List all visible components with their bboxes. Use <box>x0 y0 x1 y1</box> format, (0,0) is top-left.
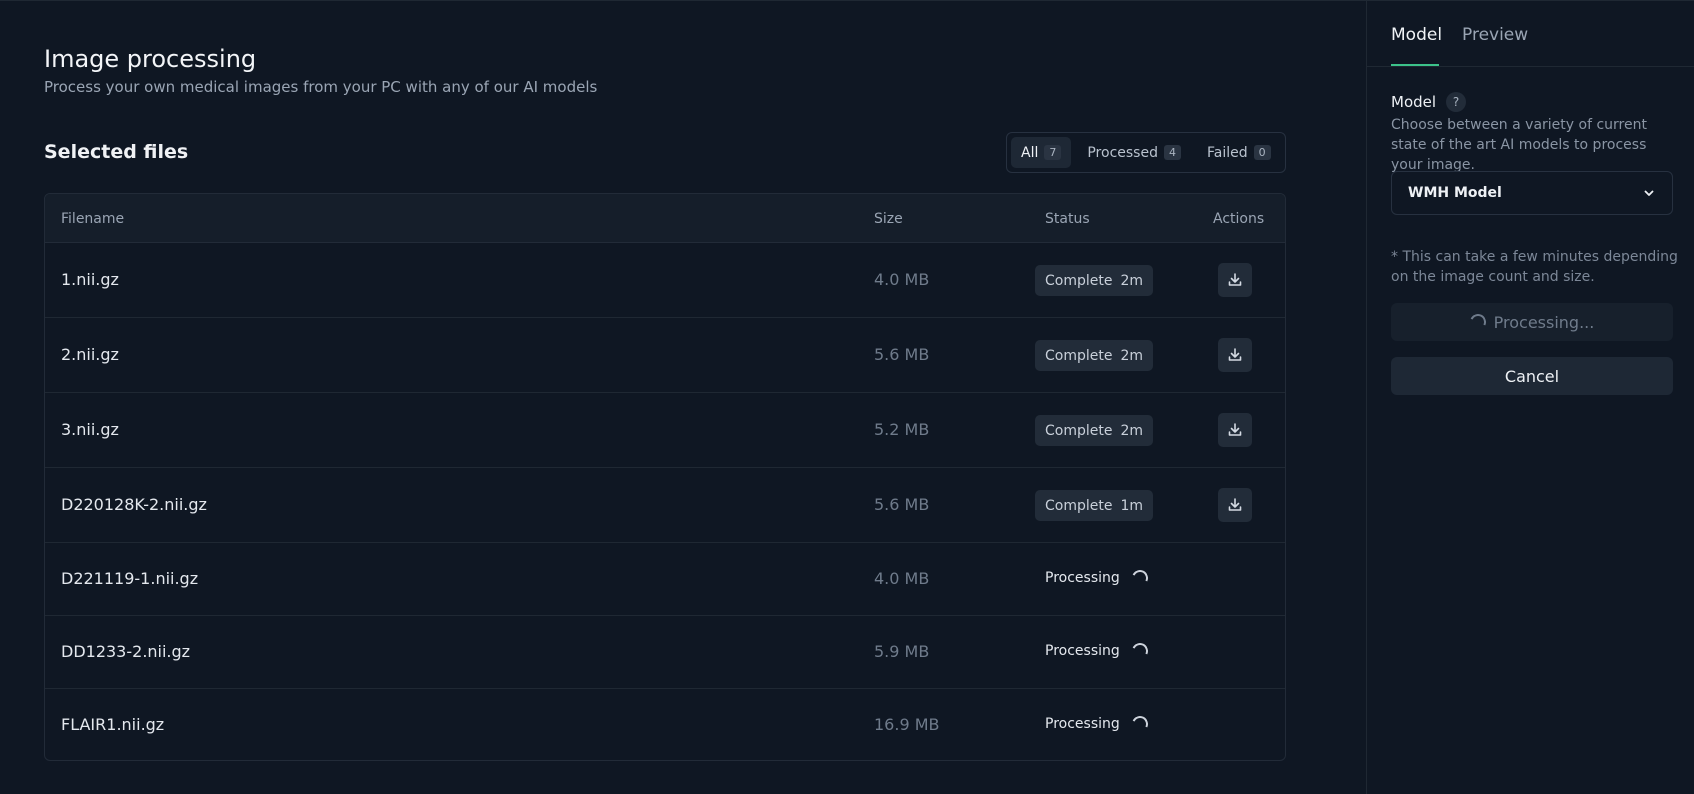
file-name: D221119-1.nii.gz <box>61 569 199 588</box>
status-text: Complete <box>1045 272 1113 289</box>
processing-status: Processing <box>1045 713 1151 735</box>
spinner-icon <box>1129 713 1151 735</box>
page-subtitle: Process your own medical images from you… <box>44 78 598 96</box>
file-name: 1.nii.gz <box>61 270 119 289</box>
status-time: 2m <box>1120 272 1144 289</box>
table-row: 1.nii.gz 4.0 MB Complete 2m <box>45 243 1285 318</box>
download-button[interactable] <box>1218 263 1252 297</box>
download-button[interactable] <box>1218 338 1252 372</box>
chevron-down-icon <box>1644 190 1654 196</box>
tab-model[interactable]: Model <box>1391 25 1442 45</box>
status-text: Processing <box>1045 570 1120 586</box>
download-icon <box>1228 498 1242 511</box>
status-badge: Complete 2m <box>1035 340 1154 371</box>
table-row: 3.nii.gz 5.2 MB Complete 2m <box>45 393 1285 468</box>
files-table: Filename Size Status Actions 1.nii.gz 4.… <box>44 193 1286 761</box>
section-title: Selected files <box>44 141 189 163</box>
column-size: Size <box>874 211 903 227</box>
download-icon <box>1228 423 1242 436</box>
download-icon <box>1228 273 1242 286</box>
file-size: 4.0 MB <box>874 270 930 289</box>
file-name: D220128K-2.nii.gz <box>61 495 207 514</box>
download-icon <box>1228 348 1242 361</box>
column-filename: Filename <box>61 211 125 227</box>
status-filter: All 7 Processed 4 Failed 0 <box>1006 132 1286 173</box>
processing-status: Processing <box>1045 640 1151 662</box>
panel-tabs: Model Preview <box>1367 1 1694 67</box>
table-row: D221119-1.nii.gz 4.0 MB Processing <box>45 543 1285 616</box>
status-text: Complete <box>1045 347 1113 364</box>
spinner-icon <box>1129 567 1151 589</box>
app-window: Image processing Process your own medica… <box>0 0 1694 794</box>
column-actions: Actions <box>1213 211 1265 227</box>
model-description: Choose between a variety of current stat… <box>1391 117 1647 173</box>
processing-button: Processing... <box>1391 303 1673 341</box>
processing-label: Processing... <box>1493 312 1595 332</box>
filter-label: All <box>1021 144 1039 161</box>
file-name: FLAIR1.nii.gz <box>61 715 165 734</box>
status-badge: Complete 2m <box>1035 415 1154 446</box>
table-row: FLAIR1.nii.gz 16.9 MB Processing <box>45 689 1285 760</box>
status-time: 1m <box>1120 497 1144 514</box>
page-title: Image processing <box>44 45 257 73</box>
table-row: DD1233-2.nii.gz 5.9 MB Processing <box>45 616 1285 689</box>
settings-panel: Model Preview Model ? Choose between a v… <box>1366 1 1694 794</box>
column-status: Status <box>1045 211 1090 227</box>
file-size: 5.2 MB <box>874 420 930 439</box>
status-badge: Complete 2m <box>1035 265 1154 296</box>
status-text: Complete <box>1045 497 1113 514</box>
filter-label: Processed <box>1087 144 1158 161</box>
download-button[interactable] <box>1218 413 1252 447</box>
filter-count: 4 <box>1163 145 1181 160</box>
status-badge: Complete 1m <box>1035 490 1154 521</box>
filter-failed[interactable]: Failed 0 <box>1197 137 1281 168</box>
filter-processed[interactable]: Processed 4 <box>1077 137 1191 168</box>
model-field-label: Model ? <box>1391 92 1467 112</box>
filter-count: 7 <box>1044 145 1062 160</box>
main-content: Image processing Process your own medica… <box>0 1 1366 794</box>
file-name: DD1233-2.nii.gz <box>61 642 191 661</box>
selected-model: WMH Model <box>1408 185 1502 201</box>
file-size: 5.9 MB <box>874 642 930 661</box>
filter-label: Failed <box>1206 144 1248 161</box>
file-name: 2.nii.gz <box>61 345 119 364</box>
table-row: 2.nii.gz 5.6 MB Complete 2m <box>45 318 1285 393</box>
cancel-button[interactable]: Cancel <box>1391 357 1673 395</box>
status-time: 2m <box>1120 347 1144 364</box>
model-label: Model <box>1391 93 1437 111</box>
file-size: 16.9 MB <box>874 715 940 734</box>
status-text: Complete <box>1045 422 1113 439</box>
file-name: 3.nii.gz <box>61 420 119 439</box>
status-text: Processing <box>1045 716 1120 732</box>
status-text: Processing <box>1045 643 1120 659</box>
model-select[interactable]: WMH Model <box>1391 171 1673 215</box>
tab-preview[interactable]: Preview <box>1462 25 1528 45</box>
spinner-icon <box>1129 640 1151 662</box>
processing-status: Processing <box>1045 567 1151 589</box>
duration-note: * This can take a few minutes depending … <box>1391 249 1678 285</box>
filter-all[interactable]: All 7 <box>1011 137 1072 168</box>
download-button[interactable] <box>1218 488 1252 522</box>
filter-count: 0 <box>1253 145 1271 160</box>
help-icon[interactable]: ? <box>1446 92 1467 112</box>
table-header: Filename Size Status Actions <box>45 194 1285 243</box>
spinner-icon <box>1467 311 1488 333</box>
active-tab-indicator <box>1391 64 1439 66</box>
file-size: 5.6 MB <box>874 345 930 364</box>
table-row: D220128K-2.nii.gz 5.6 MB Complete 1m <box>45 468 1285 543</box>
file-size: 5.6 MB <box>874 495 930 514</box>
file-size: 4.0 MB <box>874 569 930 588</box>
status-time: 2m <box>1120 422 1144 439</box>
